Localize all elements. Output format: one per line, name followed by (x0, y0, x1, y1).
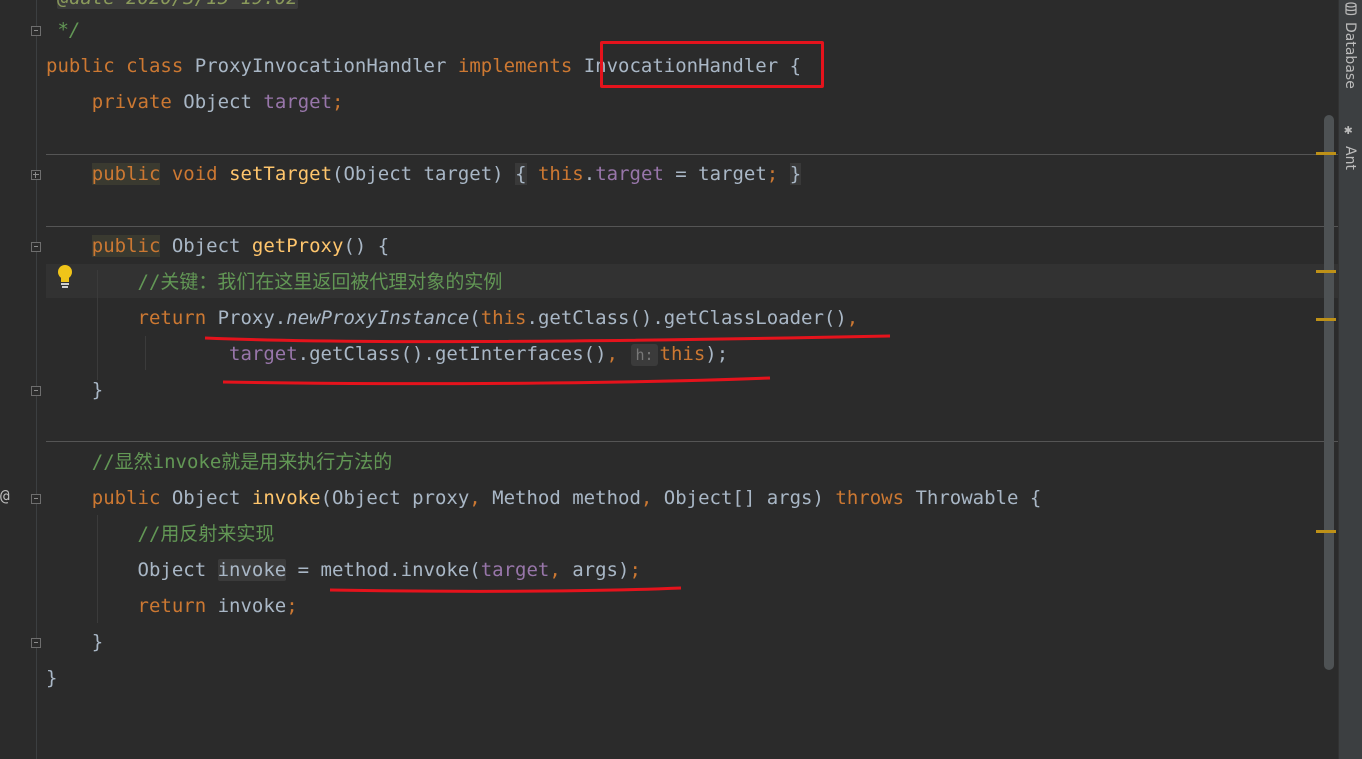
invoke-call-line: Object invoke = method.invoke(target, ar… (137, 559, 641, 581)
code-line: } (91, 379, 104, 401)
method-separator (46, 154, 1362, 155)
code-line: } (91, 631, 104, 653)
lightbulb-icon[interactable] (56, 264, 74, 290)
ant-tab[interactable]: ✱ Ant (1339, 120, 1362, 182)
database-icon (1345, 2, 1357, 16)
interfaces-line: target.getClass().getInterfaces(), h: thi… (229, 343, 729, 366)
code-editor[interactable]: @date 2020/3/15 19:02 */ public class Pr… (36, 0, 1362, 759)
return-invoke-line: return invoke; (137, 595, 298, 617)
field-declaration-line: private Object target; (91, 91, 344, 113)
database-tab[interactable]: Database (1339, 0, 1362, 115)
error-stripe-mark[interactable] (1316, 152, 1336, 155)
annotation-box (600, 41, 824, 88)
at-sign-icon[interactable]: @ (0, 486, 10, 505)
set-target-line: public void setTarget(Object target) { t… (91, 163, 802, 185)
get-proxy-line: public Object getProxy() { (91, 235, 390, 257)
method-separator (46, 226, 1362, 227)
method-separator (46, 441, 1362, 442)
code-line: */ (57, 19, 81, 41)
ant-tab-label: Ant (1342, 146, 1358, 170)
comment-line: //显然invoke就是用来执行方法的 (91, 451, 393, 473)
database-tab-label: Database (1342, 22, 1358, 89)
ant-icon: ✱ (1344, 122, 1353, 138)
error-stripe-mark[interactable] (1316, 270, 1336, 273)
code-line: @date 2020/3/15 19:02 (46, 0, 298, 16)
right-tool-window-bar: Database ✱ Ant (1338, 0, 1362, 759)
editor-gutter[interactable]: @ (0, 0, 41, 759)
error-stripe-mark[interactable] (1316, 530, 1336, 533)
comment-line: //用反射来实现 (137, 523, 275, 545)
parameter-hint: h: (631, 344, 658, 366)
vertical-scrollbar[interactable] (1324, 115, 1334, 670)
error-stripe-mark[interactable] (1316, 318, 1336, 321)
invoke-declaration-line: public Object invoke(Object proxy, Metho… (91, 487, 1042, 509)
code-line: } (46, 667, 58, 689)
return-proxy-line: return Proxy.newProxyInstance(this.getCl… (137, 307, 859, 329)
comment-line: //关键：我们在这里返回被代理对象的实例 (137, 271, 503, 293)
